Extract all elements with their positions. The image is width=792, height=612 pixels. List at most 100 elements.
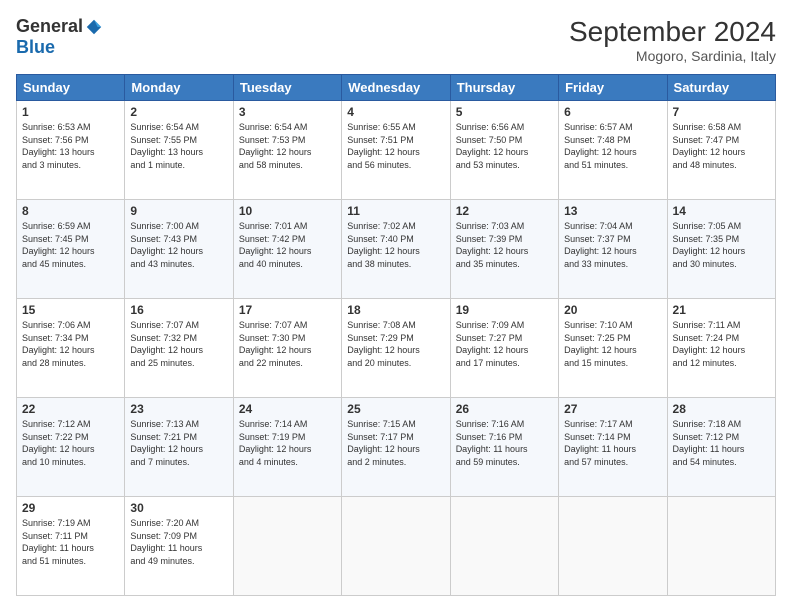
day-number: 4: [347, 105, 444, 119]
week-row-2: 8 Sunrise: 6:59 AMSunset: 7:45 PMDaylight…: [17, 200, 776, 299]
logo: General Blue: [16, 16, 103, 58]
calendar-cell: [450, 497, 558, 596]
header: General Blue September 2024 Mogoro, Sard…: [16, 16, 776, 64]
calendar-cell: 21 Sunrise: 7:11 AMSunset: 7:24 PMDayligh…: [667, 299, 775, 398]
day-info: Sunrise: 7:18 AMSunset: 7:12 PMDaylight:…: [673, 419, 745, 467]
day-number: 10: [239, 204, 336, 218]
day-number: 24: [239, 402, 336, 416]
day-info: Sunrise: 6:59 AMSunset: 7:45 PMDaylight:…: [22, 221, 95, 269]
header-monday: Monday: [125, 75, 233, 101]
header-sunday: Sunday: [17, 75, 125, 101]
calendar-cell: 25 Sunrise: 7:15 AMSunset: 7:17 PMDayligh…: [342, 398, 450, 497]
day-info: Sunrise: 7:08 AMSunset: 7:29 PMDaylight:…: [347, 320, 420, 368]
day-info: Sunrise: 6:57 AMSunset: 7:48 PMDaylight:…: [564, 122, 637, 170]
calendar-cell: 19Sunrise: 7:09 AMSunset: 7:27 PMDayligh…: [450, 299, 558, 398]
calendar-cell: 16 Sunrise: 7:07 AMSunset: 7:32 PMDayligh…: [125, 299, 233, 398]
day-info: Sunrise: 7:03 AMSunset: 7:39 PMDaylight:…: [456, 221, 529, 269]
calendar-cell: 3Sunrise: 6:54 AMSunset: 7:53 PMDaylight…: [233, 101, 341, 200]
day-info: Sunrise: 7:09 AMSunset: 7:27 PMDaylight:…: [456, 320, 529, 368]
day-number: 7: [673, 105, 770, 119]
day-number: 27: [564, 402, 661, 416]
calendar-cell: 12 Sunrise: 7:03 AMSunset: 7:39 PMDayligh…: [450, 200, 558, 299]
calendar-cell: [559, 497, 667, 596]
logo-blue-text: Blue: [16, 37, 55, 58]
day-info: Sunrise: 6:58 AMSunset: 7:47 PMDaylight:…: [673, 122, 746, 170]
day-info: Sunrise: 7:20 AMSunset: 7:09 PMDaylight:…: [130, 518, 202, 566]
header-saturday: Saturday: [667, 75, 775, 101]
title-block: September 2024 Mogoro, Sardinia, Italy: [569, 16, 776, 64]
day-number: 21: [673, 303, 770, 317]
day-number: 26: [456, 402, 553, 416]
calendar-cell: 15Sunrise: 7:06 AMSunset: 7:34 PMDayligh…: [17, 299, 125, 398]
calendar-page: General Blue September 2024 Mogoro, Sard…: [0, 0, 792, 612]
day-number: 17: [239, 303, 336, 317]
day-number: 3: [239, 105, 336, 119]
day-number: 13: [564, 204, 661, 218]
day-number: 11: [347, 204, 444, 218]
location: Mogoro, Sardinia, Italy: [569, 48, 776, 64]
day-info: Sunrise: 7:13 AMSunset: 7:21 PMDaylight:…: [130, 419, 203, 467]
logo-general-text: General: [16, 16, 83, 37]
calendar-cell: 7 Sunrise: 6:58 AMSunset: 7:47 PMDaylight…: [667, 101, 775, 200]
day-number: 18: [347, 303, 444, 317]
calendar-cell: [233, 497, 341, 596]
day-info: Sunrise: 7:00 AMSunset: 7:43 PMDaylight:…: [130, 221, 203, 269]
day-number: 25: [347, 402, 444, 416]
day-number: 30: [130, 501, 227, 515]
calendar-cell: 28Sunrise: 7:18 AMSunset: 7:12 PMDayligh…: [667, 398, 775, 497]
day-number: 23: [130, 402, 227, 416]
logo-icon: [85, 18, 103, 36]
calendar-cell: [667, 497, 775, 596]
day-info: Sunrise: 7:05 AMSunset: 7:35 PMDaylight:…: [673, 221, 746, 269]
day-number: 16: [130, 303, 227, 317]
week-row-4: 22Sunrise: 7:12 AMSunset: 7:22 PMDayligh…: [17, 398, 776, 497]
day-info: Sunrise: 7:07 AMSunset: 7:32 PMDaylight:…: [130, 320, 203, 368]
calendar-table: Sunday Monday Tuesday Wednesday Thursday…: [16, 74, 776, 596]
calendar-header-row: Sunday Monday Tuesday Wednesday Thursday…: [17, 75, 776, 101]
calendar-cell: 18 Sunrise: 7:08 AMSunset: 7:29 PMDayligh…: [342, 299, 450, 398]
day-info: Sunrise: 6:55 AMSunset: 7:51 PMDaylight:…: [347, 122, 420, 170]
day-info: Sunrise: 7:01 AMSunset: 7:42 PMDaylight:…: [239, 221, 312, 269]
day-number: 5: [456, 105, 553, 119]
calendar-cell: 20 Sunrise: 7:10 AMSunset: 7:25 PMDayligh…: [559, 299, 667, 398]
day-info: Sunrise: 7:16 AMSunset: 7:16 PMDaylight:…: [456, 419, 528, 467]
calendar-cell: 5 Sunrise: 6:56 AMSunset: 7:50 PMDaylight…: [450, 101, 558, 200]
week-row-3: 15Sunrise: 7:06 AMSunset: 7:34 PMDayligh…: [17, 299, 776, 398]
day-info: Sunrise: 6:54 AMSunset: 7:55 PMDaylight:…: [130, 122, 203, 170]
day-number: 12: [456, 204, 553, 218]
week-row-1: 1 Sunrise: 6:53 AMSunset: 7:56 PMDaylight…: [17, 101, 776, 200]
calendar-cell: 14 Sunrise: 7:05 AMSunset: 7:35 PMDayligh…: [667, 200, 775, 299]
calendar-cell: 8 Sunrise: 6:59 AMSunset: 7:45 PMDaylight…: [17, 200, 125, 299]
day-info: Sunrise: 7:07 AMSunset: 7:30 PMDaylight:…: [239, 320, 312, 368]
day-info: Sunrise: 7:15 AMSunset: 7:17 PMDaylight:…: [347, 419, 420, 467]
day-info: Sunrise: 7:11 AMSunset: 7:24 PMDaylight:…: [673, 320, 746, 368]
header-friday: Friday: [559, 75, 667, 101]
day-info: Sunrise: 7:17 AMSunset: 7:14 PMDaylight:…: [564, 419, 636, 467]
day-number: 6: [564, 105, 661, 119]
calendar-cell: 13Sunrise: 7:04 AMSunset: 7:37 PMDayligh…: [559, 200, 667, 299]
day-number: 9: [130, 204, 227, 218]
day-number: 8: [22, 204, 119, 218]
day-number: 15: [22, 303, 119, 317]
day-number: 29: [22, 501, 119, 515]
day-info: Sunrise: 6:56 AMSunset: 7:50 PMDaylight:…: [456, 122, 529, 170]
header-wednesday: Wednesday: [342, 75, 450, 101]
day-info: Sunrise: 7:14 AMSunset: 7:19 PMDaylight:…: [239, 419, 312, 467]
week-row-5: 29 Sunrise: 7:19 AMSunset: 7:11 PMDayligh…: [17, 497, 776, 596]
day-number: 1: [22, 105, 119, 119]
day-number: 22: [22, 402, 119, 416]
day-number: 20: [564, 303, 661, 317]
header-thursday: Thursday: [450, 75, 558, 101]
calendar-cell: 23 Sunrise: 7:13 AMSunset: 7:21 PMDayligh…: [125, 398, 233, 497]
calendar-cell: 9 Sunrise: 7:00 AMSunset: 7:43 PMDaylight…: [125, 200, 233, 299]
day-info: Sunrise: 7:02 AMSunset: 7:40 PMDaylight:…: [347, 221, 420, 269]
day-info: Sunrise: 7:19 AMSunset: 7:11 PMDaylight:…: [22, 518, 94, 566]
day-number: 14: [673, 204, 770, 218]
header-tuesday: Tuesday: [233, 75, 341, 101]
day-info: Sunrise: 6:53 AMSunset: 7:56 PMDaylight:…: [22, 122, 95, 170]
calendar-cell: 11 Sunrise: 7:02 AMSunset: 7:40 PMDayligh…: [342, 200, 450, 299]
calendar-cell: 4 Sunrise: 6:55 AMSunset: 7:51 PMDaylight…: [342, 101, 450, 200]
day-number: 2: [130, 105, 227, 119]
calendar-cell: 10 Sunrise: 7:01 AMSunset: 7:42 PMDayligh…: [233, 200, 341, 299]
day-info: Sunrise: 7:10 AMSunset: 7:25 PMDaylight:…: [564, 320, 637, 368]
